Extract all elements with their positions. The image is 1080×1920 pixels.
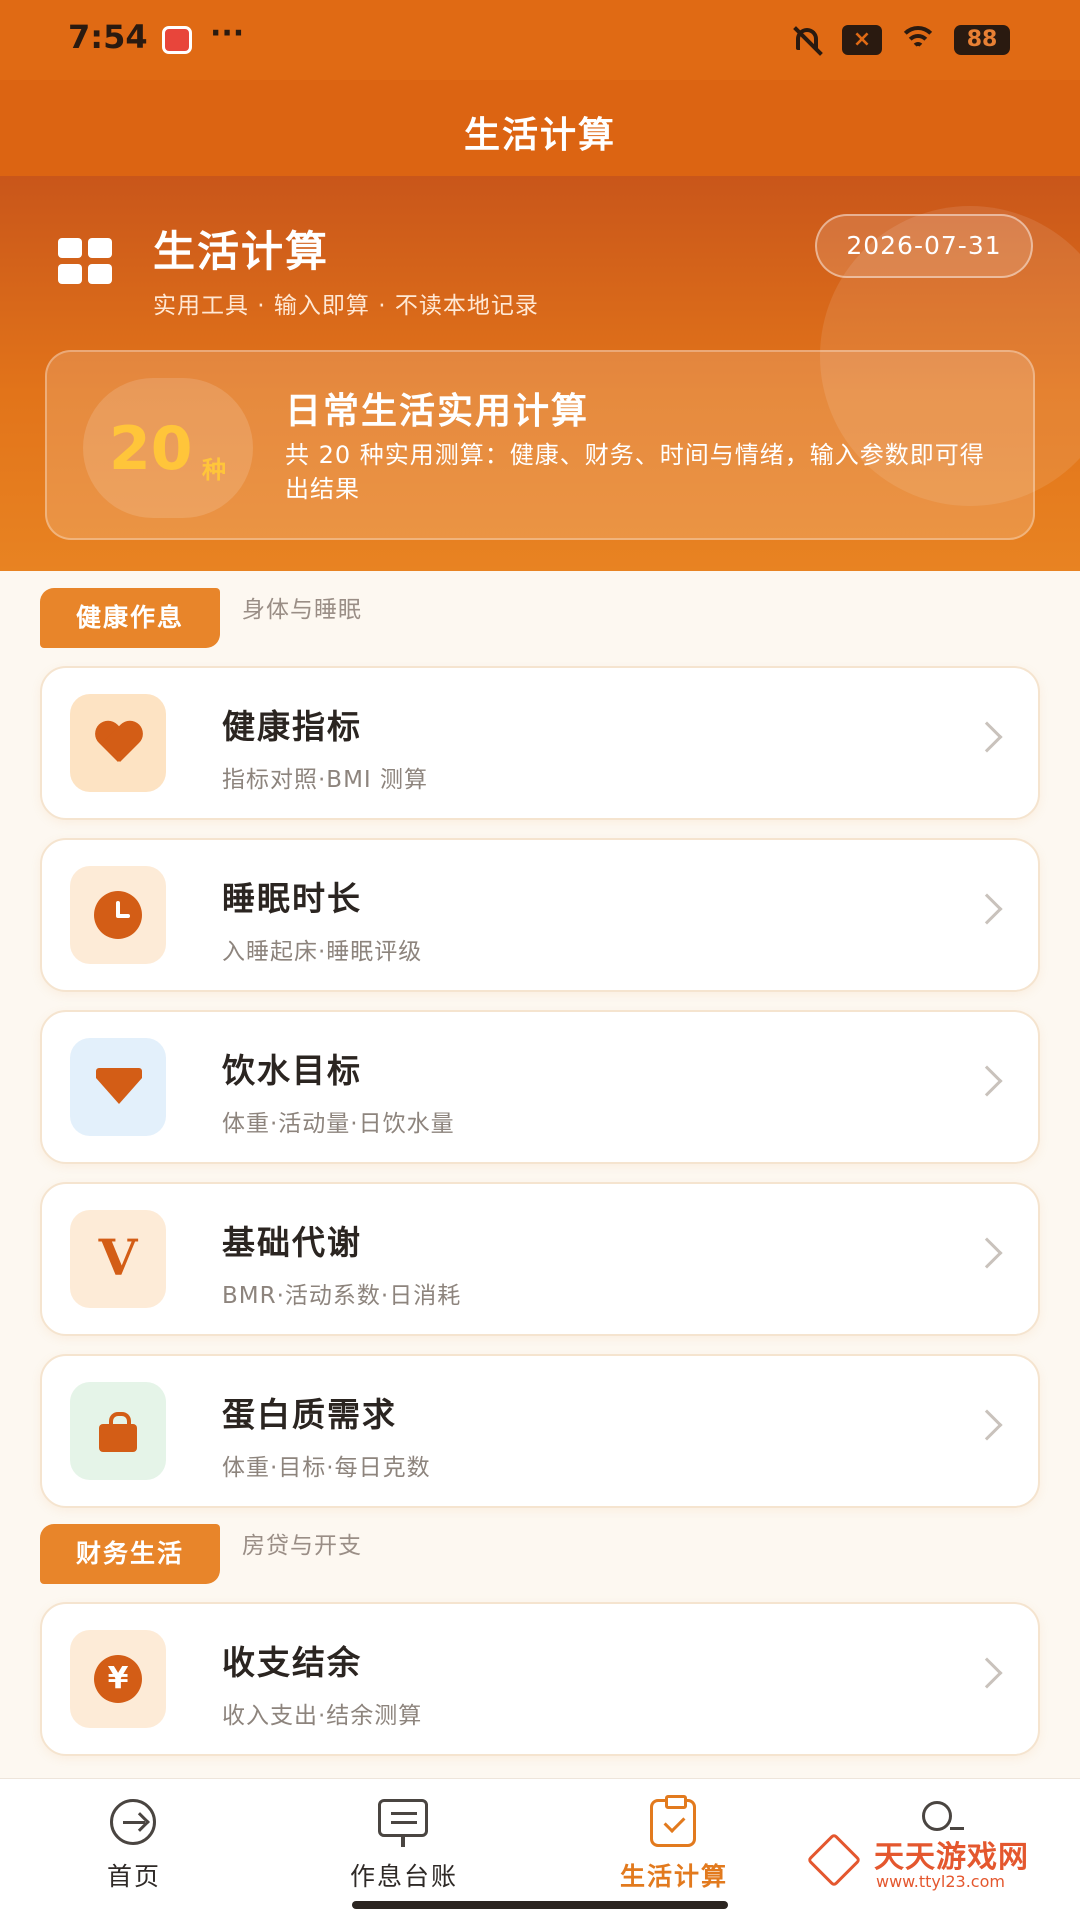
card-title: 饮水目标 xyxy=(222,1051,362,1090)
app-notification-icon xyxy=(162,26,192,54)
battery-icon: 88 xyxy=(954,25,1010,55)
nav-label-life-calc: 生活计算 xyxy=(619,1862,728,1891)
watermark-url: www.ttyl23.com xyxy=(876,1872,1005,1891)
card-subtitle: 体重·活动量·日饮水量 xyxy=(222,1111,455,1137)
summary-title: 日常生活实用计算 xyxy=(285,391,590,432)
arrow-circle-icon xyxy=(106,1797,162,1847)
card-subtitle: 指标对照·BMI 测算 xyxy=(222,767,429,793)
card-icon-box: ¥ xyxy=(70,1630,166,1728)
card-icon-box xyxy=(70,1038,166,1136)
status-bar: 7:54 ··· × 88 xyxy=(0,0,1080,80)
count-number: 20 xyxy=(109,414,193,484)
page-title: 生活计算 xyxy=(463,115,616,156)
card-icon-box: V xyxy=(70,1210,166,1308)
title-bar: 生活计算 xyxy=(0,80,1080,176)
card-title: 收支结余 xyxy=(222,1643,362,1682)
nav-tab-life-calc[interactable]: 生活计算 xyxy=(574,1795,774,1907)
card-icon-box xyxy=(70,1382,166,1480)
chevron-right-icon xyxy=(971,721,1003,753)
card-subtitle: 收入支出·结余测算 xyxy=(222,1703,423,1729)
hero-title: 生活计算 xyxy=(153,227,330,276)
chevron-right-icon xyxy=(971,893,1003,925)
nav-label-schedule-ledger: 作息台账 xyxy=(349,1862,458,1891)
chevron-right-icon xyxy=(971,1657,1003,1689)
v-icon: V xyxy=(98,1228,138,1287)
date-badge[interactable]: 2026-07-31 xyxy=(815,214,1033,278)
hero-header: 生活计算 实用工具 · 输入即算 · 不读本地记录 2026-07-31 20 … xyxy=(0,176,1080,571)
nav-label-home: 首页 xyxy=(106,1862,161,1891)
gem-icon xyxy=(96,1068,142,1108)
card-water-goal[interactable]: 饮水目标 体重·活动量·日饮水量 xyxy=(40,1010,1040,1164)
card-title: 蛋白质需求 xyxy=(222,1395,397,1434)
section-subtitle-health: 身体与睡眠 xyxy=(242,597,362,623)
section-tag-finance: 财务生活 xyxy=(40,1524,220,1584)
mute-icon xyxy=(788,24,828,56)
heart-icon xyxy=(94,722,142,766)
more-notifications-icon: ··· xyxy=(210,16,245,51)
no-sim-icon: × xyxy=(842,25,882,55)
yen-icon: ¥ xyxy=(94,1655,142,1703)
card-protein-needs[interactable]: 蛋白质需求 体重·目标·每日克数 xyxy=(40,1354,1040,1508)
watermark-logo-icon xyxy=(806,1832,862,1888)
status-icons: × 88 xyxy=(788,20,1010,60)
card-subtitle: 体重·目标·每日克数 xyxy=(222,1455,431,1481)
section-subtitle-finance: 房贷与开支 xyxy=(242,1533,362,1559)
card-income-balance[interactable]: ¥ 收支结余 收入支出·结余测算 xyxy=(40,1602,1040,1756)
card-title: 健康指标 xyxy=(222,707,362,746)
card-title: 睡眠时长 xyxy=(222,879,362,918)
summary-card: 20 种 日常生活实用计算 共 20 种实用测算：健康、财务、时间与情绪，输入参… xyxy=(45,350,1035,540)
chevron-right-icon xyxy=(971,1409,1003,1441)
card-subtitle: BMR·活动系数·日消耗 xyxy=(222,1283,462,1309)
card-basal-metabolism[interactable]: V 基础代谢 BMR·活动系数·日消耗 xyxy=(40,1182,1040,1336)
watermark: 天天游戏网 www.ttyl23.com xyxy=(806,1830,1056,1900)
bag-icon xyxy=(99,1412,137,1452)
card-sleep-duration[interactable]: 睡眠时长 入睡起床·睡眠评级 xyxy=(40,838,1040,992)
chevron-right-icon xyxy=(971,1065,1003,1097)
section-tag-health: 健康作息 xyxy=(40,588,220,648)
home-indicator[interactable] xyxy=(352,1901,728,1909)
monitor-icon xyxy=(376,1797,432,1847)
card-icon-box xyxy=(70,866,166,964)
nav-tab-schedule-ledger[interactable]: 作息台账 xyxy=(304,1797,504,1907)
summary-description: 共 20 种实用测算：健康、财务、时间与情绪，输入参数即可得出结果 xyxy=(285,441,985,503)
card-icon-box xyxy=(70,694,166,792)
clipboard-check-icon xyxy=(646,1795,702,1847)
card-title: 基础代谢 xyxy=(222,1223,362,1262)
nav-tab-home[interactable]: 首页 xyxy=(34,1797,234,1907)
chevron-right-icon xyxy=(971,1237,1003,1269)
card-health-metrics[interactable]: 健康指标 指标对照·BMI 测算 xyxy=(40,666,1040,820)
grid-icon xyxy=(58,238,116,286)
status-time: 7:54 xyxy=(68,18,148,56)
wifi-icon xyxy=(896,24,940,56)
count-unit: 种 xyxy=(202,456,226,484)
clock-icon xyxy=(94,891,142,939)
hero-subtitle: 实用工具 · 输入即算 · 不读本地记录 xyxy=(153,293,539,319)
watermark-text: 天天游戏网 xyxy=(874,1840,1029,1875)
card-subtitle: 入睡起床·睡眠评级 xyxy=(222,939,423,965)
